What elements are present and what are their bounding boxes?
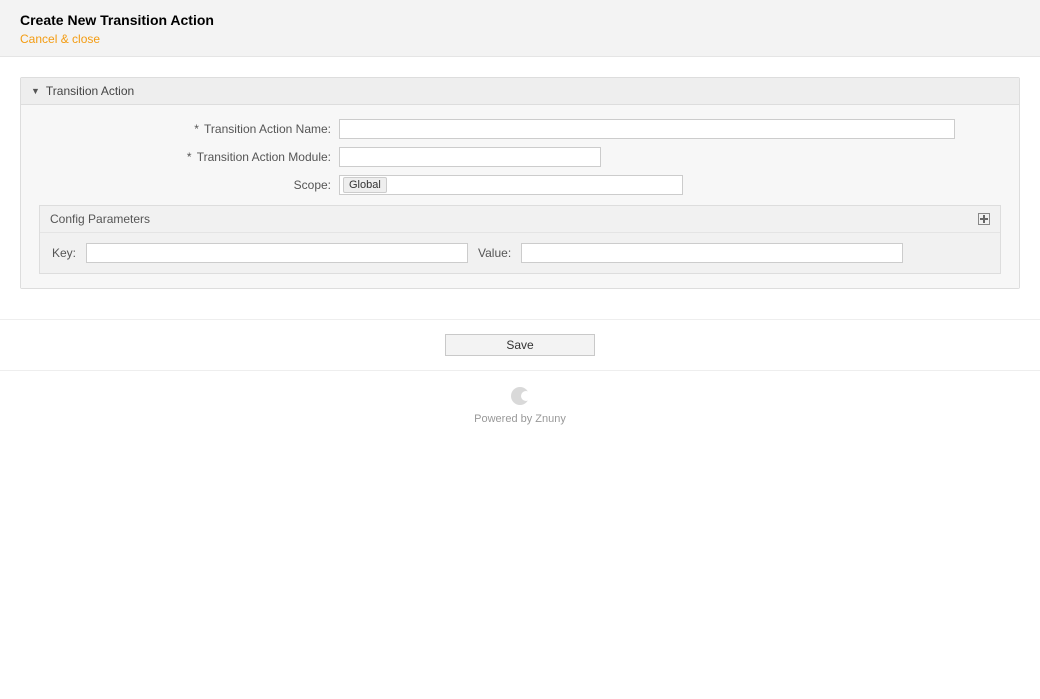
config-body: Key: Value: [40,233,1000,273]
footer: Powered by Znuny [0,371,1040,441]
transition-action-panel: ▼ Transition Action * Transition Action … [20,77,1020,289]
config-parameters-panel: Config Parameters Key: Value: [39,205,1001,274]
panel-header[interactable]: ▼ Transition Action [21,78,1019,105]
row-name: * Transition Action Name: [39,119,1001,139]
row-module: * Transition Action Module: [39,147,1001,167]
key-label: Key: [52,246,76,260]
scope-select[interactable]: Global [339,175,683,195]
config-header: Config Parameters [40,206,1000,233]
required-marker: * [194,122,199,136]
transition-action-module-input[interactable] [339,147,601,167]
page-title: Create New Transition Action [20,12,1020,28]
save-bar: Save [0,319,1040,371]
content-area: ▼ Transition Action * Transition Action … [0,57,1040,309]
value-label: Value: [478,246,511,260]
znuny-logo-icon [511,387,529,405]
module-label-text: Transition Action Module: [197,150,331,164]
panel-title: Transition Action [46,84,134,98]
transition-action-name-input[interactable] [339,119,955,139]
row-scope: Scope: Global [39,175,1001,195]
config-value-input[interactable] [521,243,903,263]
add-parameter-icon[interactable] [978,213,990,225]
required-marker: * [187,150,192,164]
config-title: Config Parameters [50,212,150,226]
panel-body: * Transition Action Name: * Transition A… [21,105,1019,288]
powered-by-text: Powered by Znuny [0,413,1040,425]
name-label-text: Transition Action Name: [204,122,331,136]
label-scope: Scope: [39,178,339,192]
page-header: Create New Transition Action Cancel & cl… [0,0,1040,57]
save-button[interactable]: Save [445,334,595,356]
collapse-icon: ▼ [31,86,40,96]
label-module: * Transition Action Module: [39,150,339,164]
label-name: * Transition Action Name: [39,122,339,136]
cancel-close-link[interactable]: Cancel & close [20,32,100,46]
config-key-input[interactable] [86,243,468,263]
scope-tag: Global [343,177,387,193]
